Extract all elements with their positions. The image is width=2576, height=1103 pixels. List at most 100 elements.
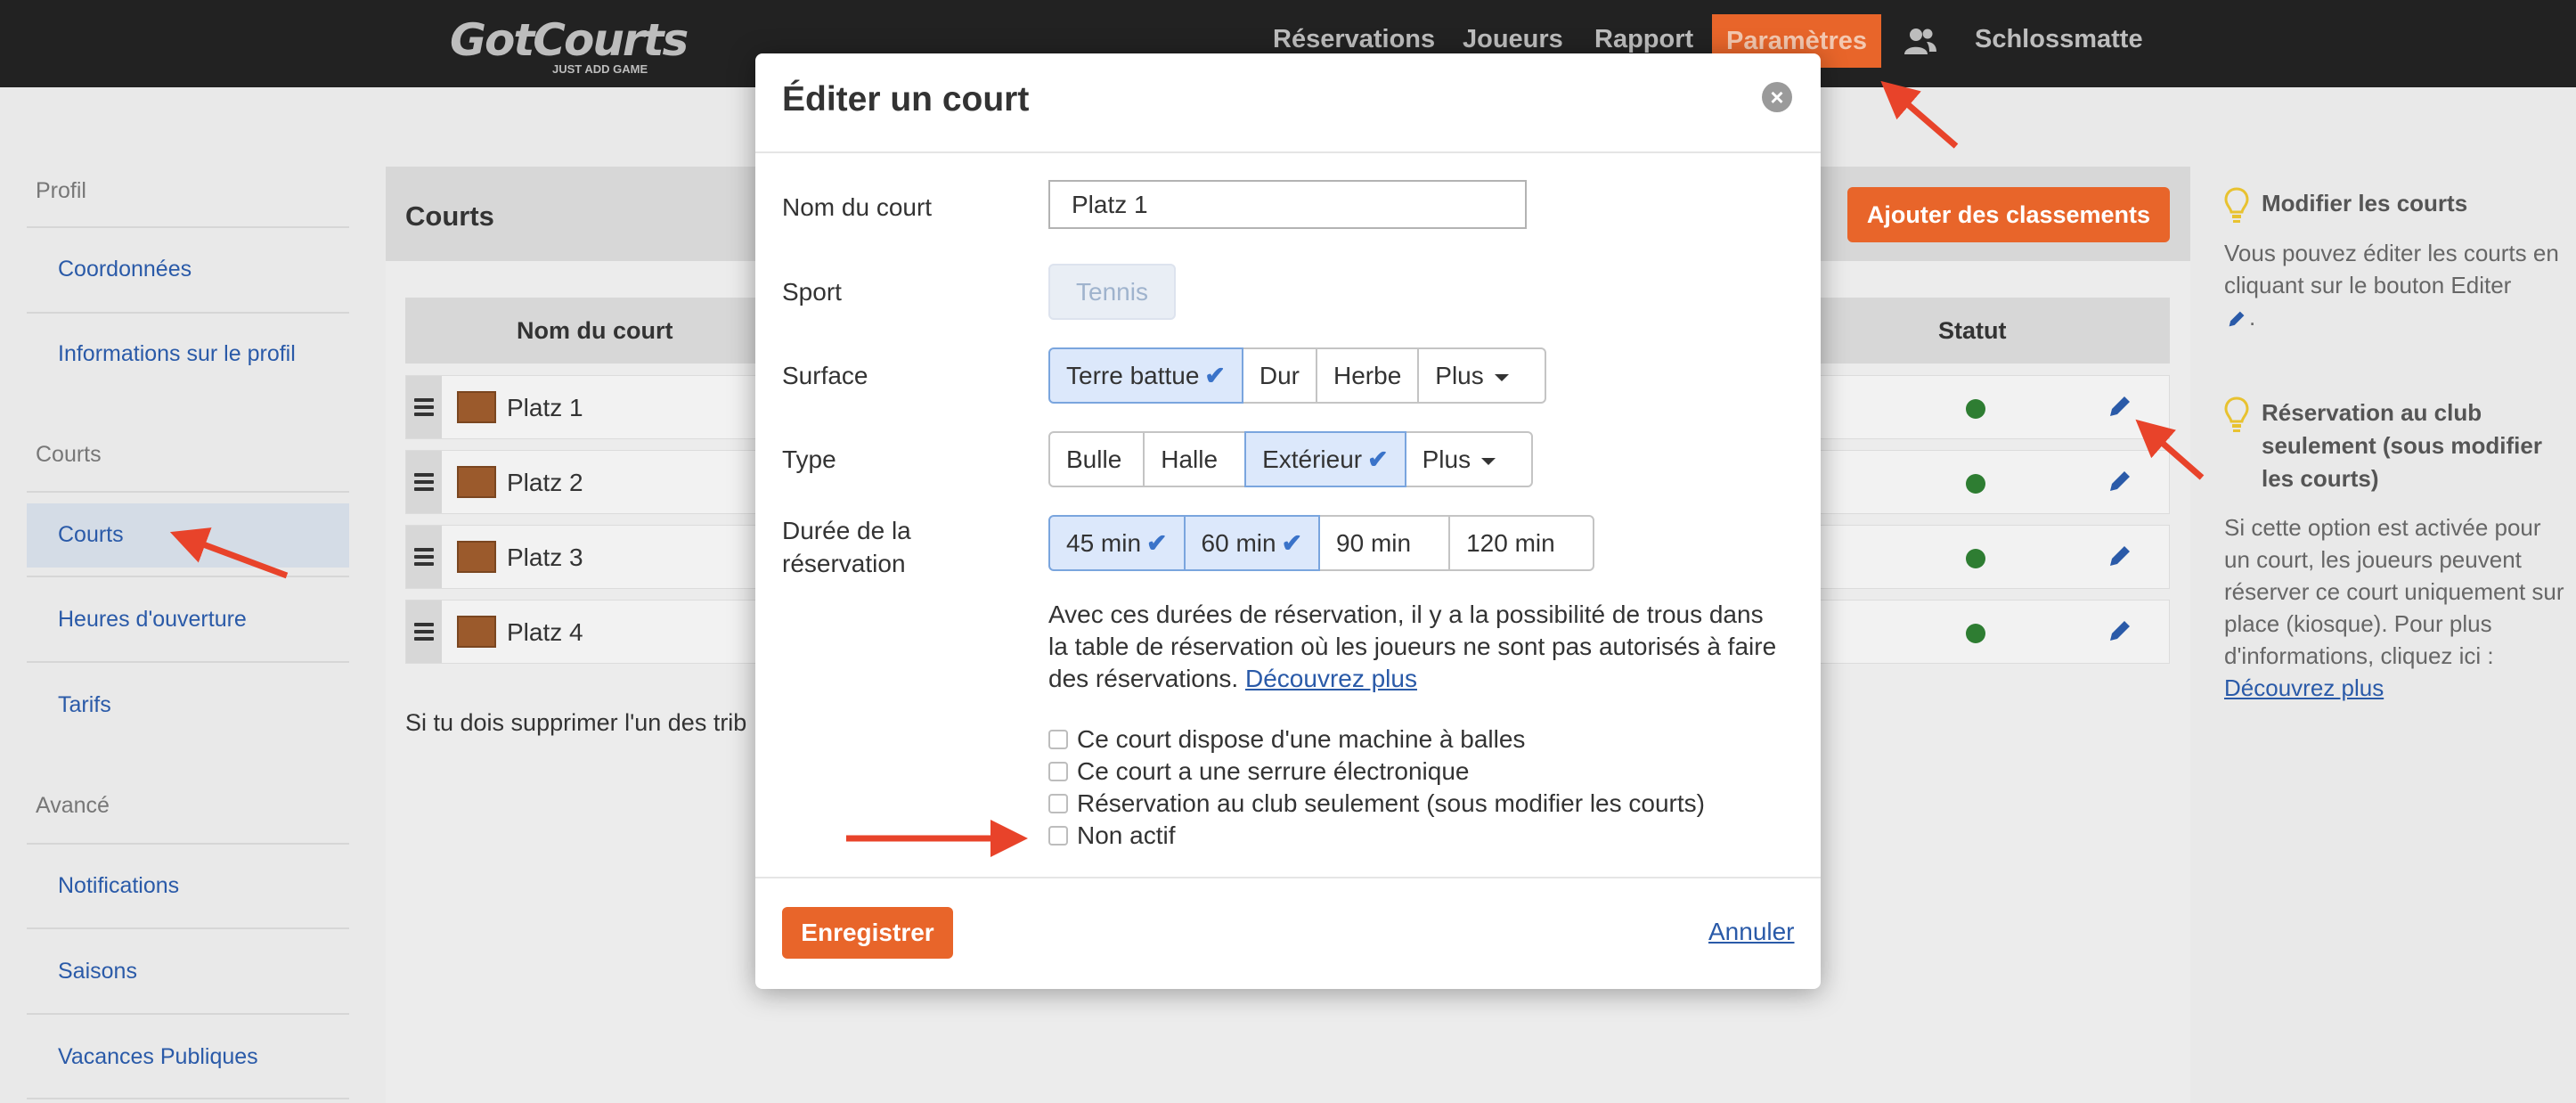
duration-option-45[interactable]: 45 min ✔ xyxy=(1048,515,1186,571)
surface-option-terre-battue[interactable]: Terre battue ✔ xyxy=(1048,347,1243,404)
checkbox-electronic-lock[interactable]: Ce court a une serrure électronique xyxy=(1048,756,1469,788)
sidebar-item-saisons[interactable]: Saisons xyxy=(58,959,137,985)
help-text-body: Vous pouvez éditer les courts en cliquan… xyxy=(2224,240,2559,298)
sidebar-item-tarifs[interactable]: Tarifs xyxy=(58,692,111,718)
pencil-edit-icon[interactable] xyxy=(2105,616,2135,646)
option-label: Plus xyxy=(1435,362,1484,389)
edit-court-modal: Éditer un court × Nom du court Platz 1 S… xyxy=(755,53,1821,989)
modal-title: Éditer un court xyxy=(782,80,1030,118)
duration-option-90[interactable]: 90 min xyxy=(1318,515,1451,571)
status-active-dot xyxy=(1966,474,1985,494)
type-option-exterieur[interactable]: Extérieur ✔ xyxy=(1244,431,1406,487)
status-active-dot xyxy=(1966,624,1985,643)
nav-joueurs[interactable]: Joueurs xyxy=(1463,25,1563,54)
lightbulb-icon xyxy=(2224,396,2249,432)
sidebar-item-heures-ouverture[interactable]: Heures d'ouverture xyxy=(58,607,247,633)
sidebar-divider xyxy=(27,927,349,929)
checkbox-label: Ce court dispose d'une machine à balles xyxy=(1077,725,1526,753)
surface-option-herbe[interactable]: Herbe xyxy=(1316,347,1420,404)
delete-note-text: Si tu dois supprimer l'un des trib xyxy=(405,709,747,736)
nav-club-name[interactable]: Schlossmatte xyxy=(1975,25,2143,54)
sidebar-item-notifications[interactable]: Notifications xyxy=(58,873,179,899)
drag-handle-icon[interactable] xyxy=(406,376,442,438)
type-option-halle[interactable]: Halle xyxy=(1143,431,1247,487)
sidebar-divider xyxy=(27,1013,349,1015)
checkbox[interactable] xyxy=(1048,793,1068,813)
pencil-icon xyxy=(2229,311,2245,327)
sidebar-divider xyxy=(27,1098,349,1099)
court-name: Platz 1 xyxy=(507,394,583,421)
sidebar-divider xyxy=(27,491,349,493)
sidebar-divider xyxy=(27,661,349,663)
help-title-modifier-courts: Modifier les courts xyxy=(2262,190,2468,217)
drag-handle-icon[interactable] xyxy=(406,526,442,588)
sidebar-divider xyxy=(27,226,349,228)
column-header-name: Nom du court xyxy=(517,317,673,344)
close-icon[interactable]: × xyxy=(1762,82,1792,112)
option-label: 45 min xyxy=(1066,529,1142,557)
sidebar-heading-avance: Avancé xyxy=(36,793,110,818)
checkbox[interactable] xyxy=(1048,729,1068,749)
save-button[interactable]: Enregistrer xyxy=(782,907,953,959)
checkbox[interactable] xyxy=(1048,761,1068,781)
type-label: Type xyxy=(782,445,836,473)
help-text-modifier-courts: Vous pouvez éditer les courts en cliquan… xyxy=(2224,237,2576,333)
sidebar-divider xyxy=(27,576,349,577)
status-active-dot xyxy=(1966,549,1985,568)
checkbox-inactive[interactable]: Non actif xyxy=(1048,820,1176,852)
pencil-edit-icon[interactable] xyxy=(2105,466,2135,496)
pencil-edit-icon[interactable] xyxy=(2105,541,2135,571)
checkbox[interactable] xyxy=(1048,825,1068,846)
sidebar-item-courts[interactable]: Courts xyxy=(58,522,124,548)
surface-option-dur[interactable]: Dur xyxy=(1241,347,1318,404)
duration-label: Durée de la réservation xyxy=(782,517,911,577)
drag-handle-icon[interactable] xyxy=(406,451,442,513)
option-label: Plus xyxy=(1422,445,1471,473)
checkbox-label: Ce court a une serrure électronique xyxy=(1077,757,1470,785)
court-name-input[interactable]: Platz 1 xyxy=(1048,180,1527,229)
option-label: Terre battue xyxy=(1066,362,1200,389)
column-header-status: Statut xyxy=(1938,317,2007,344)
logo-tagline: JUST ADD GAME xyxy=(552,62,648,76)
users-icon[interactable] xyxy=(1903,27,1937,55)
help-text-body: Si cette option est activée pour un cour… xyxy=(2224,514,2564,669)
drag-handle-icon[interactable] xyxy=(406,601,442,663)
option-label: Extérieur xyxy=(1262,445,1363,473)
checkmark-icon: ✔ xyxy=(1146,529,1168,557)
caret-down-icon xyxy=(1481,457,1496,465)
sidebar-divider xyxy=(27,312,349,314)
sidebar-item-coordonnees[interactable]: Coordonnées xyxy=(58,257,192,282)
cancel-link[interactable]: Annuler xyxy=(1708,918,1795,946)
duration-option-60[interactable]: 60 min ✔ xyxy=(1183,515,1321,571)
court-icon xyxy=(457,391,496,423)
court-name: Platz 3 xyxy=(507,543,583,571)
checkmark-icon: ✔ xyxy=(1367,445,1389,473)
type-more-dropdown[interactable]: Plus xyxy=(1404,431,1534,487)
help-learn-more-link[interactable]: Découvrez plus xyxy=(2224,674,2384,701)
modal-divider xyxy=(755,151,1821,153)
page-title: Courts xyxy=(405,200,494,232)
add-rankings-button[interactable]: Ajouter des classements xyxy=(1847,187,2170,242)
sidebar-item-informations-profil[interactable]: Informations sur le profil xyxy=(58,341,296,367)
duration-button-group: 45 min ✔ 60 min ✔ 90 min 120 min xyxy=(1048,515,1594,571)
type-option-bulle[interactable]: Bulle xyxy=(1048,431,1145,487)
nav-rapport[interactable]: Rapport xyxy=(1594,25,1693,54)
checkbox-club-only[interactable]: Réservation au club seulement (sous modi… xyxy=(1048,788,1705,820)
pencil-edit-icon[interactable] xyxy=(2105,391,2135,421)
modal-divider xyxy=(755,877,1821,878)
duration-option-120[interactable]: 120 min xyxy=(1448,515,1594,571)
sidebar-heading-profil: Profil xyxy=(36,178,86,203)
sport-select: Tennis xyxy=(1048,264,1176,320)
surface-label: Surface xyxy=(782,362,868,389)
court-icon xyxy=(457,616,496,648)
court-icon xyxy=(457,541,496,573)
nav-reservations[interactable]: Réservations xyxy=(1273,25,1435,54)
status-active-dot xyxy=(1966,399,1985,419)
checkbox-ball-machine[interactable]: Ce court dispose d'une machine à balles xyxy=(1048,723,1525,756)
surface-more-dropdown[interactable]: Plus xyxy=(1417,347,1546,404)
learn-more-link[interactable]: Découvrez plus xyxy=(1245,665,1417,692)
gotcourts-logo[interactable]: GotCourts xyxy=(450,14,689,66)
sidebar-item-vacances-publiques[interactable]: Vacances Publiques xyxy=(58,1044,258,1070)
help-title-reservation-club: Réservation au club seulement (sous modi… xyxy=(2262,399,2542,492)
option-label: 60 min xyxy=(1201,529,1276,557)
